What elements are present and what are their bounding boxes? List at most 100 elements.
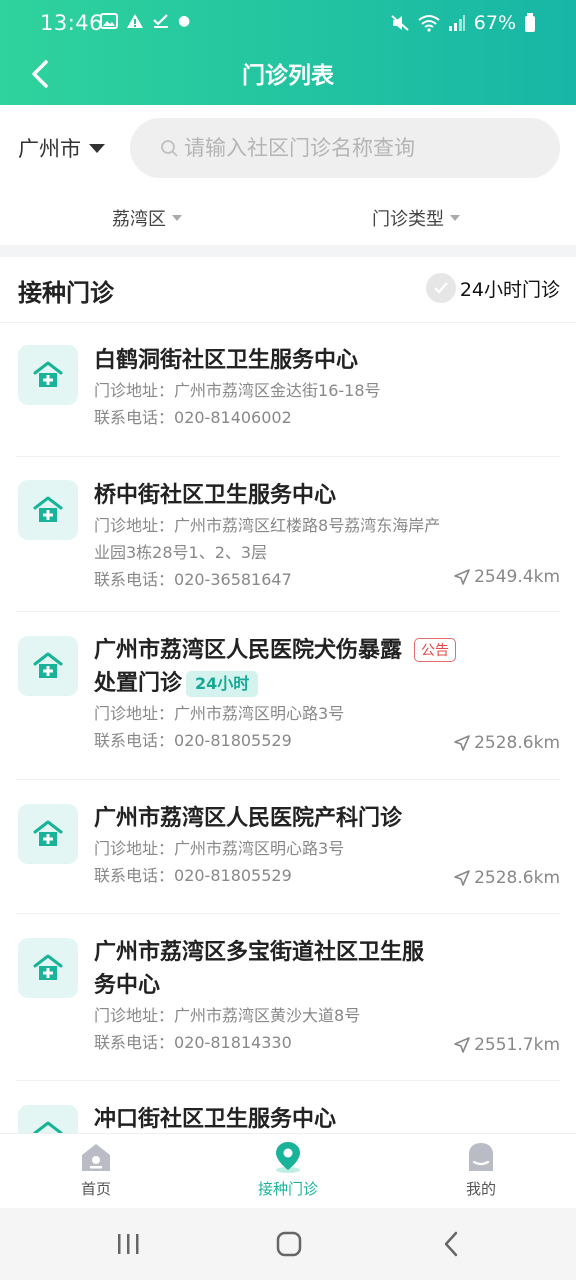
status-time: 13:46 bbox=[40, 11, 104, 35]
battery-icon bbox=[525, 13, 535, 32]
clinic-info: 冲口街社区卫生服务中心 bbox=[94, 1103, 560, 1133]
24h-toggle[interactable]: 24小时门诊 bbox=[425, 273, 560, 303]
home-icon bbox=[82, 1144, 110, 1171]
clinic-type-label: 门诊类型 bbox=[372, 209, 444, 230]
address-value: 广州市荔湾区黄沙大道8号 bbox=[174, 1006, 361, 1025]
page-title: 门诊列表 bbox=[242, 63, 334, 89]
tab-label: 我的 bbox=[465, 1180, 496, 1198]
list-item[interactable]: 广州市荔湾区多宝街道社区卫生服务中心 门诊地址：广州市荔湾区黄沙大道8号 联系电… bbox=[16, 914, 560, 1081]
mute-icon bbox=[391, 15, 409, 31]
clinic-icon bbox=[18, 636, 78, 696]
filter-area: 广州市 荔湾区 门诊类型 bbox=[0, 105, 576, 245]
city-dropdown[interactable]: 广州市 bbox=[18, 133, 105, 163]
search-input[interactable] bbox=[184, 136, 544, 160]
system-icons: 67% bbox=[390, 12, 536, 34]
system-back-button[interactable] bbox=[426, 1226, 476, 1262]
navigation-arrow-icon bbox=[454, 870, 470, 886]
notification-icons: ● bbox=[100, 13, 190, 29]
medical-house-icon bbox=[33, 1121, 63, 1133]
distance-value: 2549.4km bbox=[474, 567, 560, 587]
district-filter[interactable]: 荔湾区 bbox=[112, 205, 182, 231]
address-label: 门诊地址： bbox=[94, 839, 175, 858]
phone-value: 020-81406002 bbox=[174, 408, 292, 427]
nav-bar: 门诊列表 bbox=[0, 48, 576, 105]
district-label: 荔湾区 bbox=[112, 209, 166, 230]
city-label: 广州市 bbox=[18, 137, 81, 161]
recent-apps-button[interactable] bbox=[103, 1226, 153, 1262]
phone-label: 联系电话： bbox=[94, 731, 175, 750]
address-label: 门诊地址： bbox=[94, 381, 175, 400]
signal-icon bbox=[448, 15, 465, 31]
tab-clinics[interactable]: 接种门诊 bbox=[218, 1140, 358, 1199]
dot-icon: ● bbox=[178, 13, 191, 29]
clinic-icon bbox=[18, 938, 78, 998]
clinic-address: 门诊地址：广州市荔湾区明心路3号 bbox=[94, 700, 560, 727]
divider bbox=[0, 245, 576, 257]
clinic-icon bbox=[18, 480, 78, 540]
clinic-name: 桥中街社区卫生服务中心 bbox=[94, 483, 337, 508]
phone-value: 020-81805529 bbox=[174, 866, 292, 885]
phone-value: 020-81805529 bbox=[174, 731, 292, 750]
phone-label: 联系电话： bbox=[94, 866, 175, 885]
tab-label: 首页 bbox=[80, 1180, 111, 1198]
phone-label: 联系电话： bbox=[94, 408, 175, 427]
clinic-list: 白鹤洞街社区卫生服务中心 门诊地址：广州市荔湾区金达街16-18号 联系电话：0… bbox=[0, 323, 576, 1133]
address-label: 门诊地址： bbox=[94, 1006, 175, 1025]
battery-percent: 67% bbox=[473, 12, 516, 34]
distance-info: 2551.7km bbox=[453, 1035, 560, 1055]
system-nav-bar bbox=[0, 1208, 576, 1280]
clinic-address: 门诊地址：广州市荔湾区红楼路8号荔湾东海岸产业园3栋28号1、2、3层 bbox=[94, 512, 454, 566]
clinic-type-filter[interactable]: 门诊类型 bbox=[372, 205, 460, 231]
task-done-icon bbox=[153, 14, 168, 28]
distance-value: 2551.7km bbox=[474, 1035, 560, 1055]
clinic-name: 冲口街社区卫生服务中心 bbox=[94, 1107, 337, 1132]
medical-house-icon bbox=[33, 361, 63, 387]
status-bar: 13:46 ● 67% bbox=[0, 0, 576, 48]
navigation-arrow-icon bbox=[454, 735, 470, 751]
home-button[interactable] bbox=[264, 1226, 314, 1262]
gallery-icon bbox=[100, 13, 118, 29]
wifi-icon bbox=[418, 15, 440, 32]
clinic-phone: 联系电话：020-81406002 bbox=[94, 404, 560, 431]
clinic-icon bbox=[18, 1105, 78, 1133]
clinic-name: 广州市荔湾区人民医院犬伤暴露处置门诊 24小时 bbox=[94, 634, 404, 700]
warning-icon bbox=[127, 14, 143, 28]
list-item[interactable]: 桥中街社区卫生服务中心 门诊地址：广州市荔湾区红楼路8号荔湾东海岸产业园3栋28… bbox=[16, 457, 560, 612]
distance-info: 2528.6km bbox=[453, 733, 560, 753]
address-label: 门诊地址： bbox=[94, 704, 175, 723]
search-box[interactable] bbox=[130, 118, 560, 178]
navigation-arrow-icon bbox=[454, 569, 470, 585]
tab-label: 接种门诊 bbox=[257, 1180, 318, 1198]
medical-house-icon bbox=[33, 954, 63, 980]
checkbox[interactable] bbox=[425, 273, 456, 303]
list-item[interactable]: 白鹤洞街社区卫生服务中心 门诊地址：广州市荔湾区金达街16-18号 联系电话：0… bbox=[16, 323, 560, 457]
clinic-name: 白鹤洞街社区卫生服务中心 bbox=[94, 348, 359, 373]
section-header: 接种门诊 24小时门诊 bbox=[0, 257, 576, 323]
tab-profile[interactable]: 我的 bbox=[411, 1140, 551, 1199]
phone-label: 联系电话： bbox=[94, 1033, 175, 1052]
navigation-arrow-icon bbox=[454, 1037, 470, 1053]
distance-value: 2528.6km bbox=[474, 868, 560, 888]
dropdown-arrow-icon bbox=[172, 215, 182, 221]
clinic-name: 广州市荔湾区多宝街道社区卫生服务中心 bbox=[94, 940, 425, 998]
list-item[interactable]: 公告 广州市荔湾区人民医院犬伤暴露处置门诊 24小时 门诊地址：广州市荔湾区明心路… bbox=[16, 612, 560, 780]
clinic-address: 门诊地址：广州市荔湾区明心路3号 bbox=[94, 835, 560, 862]
bottom-tab-bar: 首页 接种门诊 我的 bbox=[0, 1133, 576, 1208]
chevron-left-icon bbox=[444, 1231, 458, 1257]
profile-icon bbox=[469, 1143, 493, 1171]
search-icon bbox=[161, 140, 178, 157]
tab-home[interactable]: 首页 bbox=[26, 1140, 166, 1199]
clinic-icon bbox=[18, 345, 78, 405]
phone-value: 020-36581647 bbox=[174, 570, 292, 589]
list-item[interactable]: 冲口街社区卫生服务中心 bbox=[16, 1081, 560, 1133]
24h-badge: 24小时 bbox=[186, 671, 259, 697]
address-value: 广州市荔湾区明心路3号 bbox=[174, 839, 345, 858]
list-item[interactable]: 广州市荔湾区人民医院产科门诊 门诊地址：广州市荔湾区明心路3号 联系电话：020… bbox=[16, 780, 560, 914]
recent-apps-icon bbox=[118, 1234, 139, 1254]
medical-house-icon bbox=[33, 496, 63, 522]
address-label: 门诊地址： bbox=[94, 516, 175, 535]
clinic-info: 白鹤洞街社区卫生服务中心 门诊地址：广州市荔湾区金达街16-18号 联系电话：0… bbox=[94, 344, 560, 431]
address-value: 广州市荔湾区金达街16-18号 bbox=[174, 381, 381, 400]
phone-value: 020-81814330 bbox=[174, 1033, 292, 1052]
clinic-address: 门诊地址：广州市荔湾区金达街16-18号 bbox=[94, 377, 560, 404]
